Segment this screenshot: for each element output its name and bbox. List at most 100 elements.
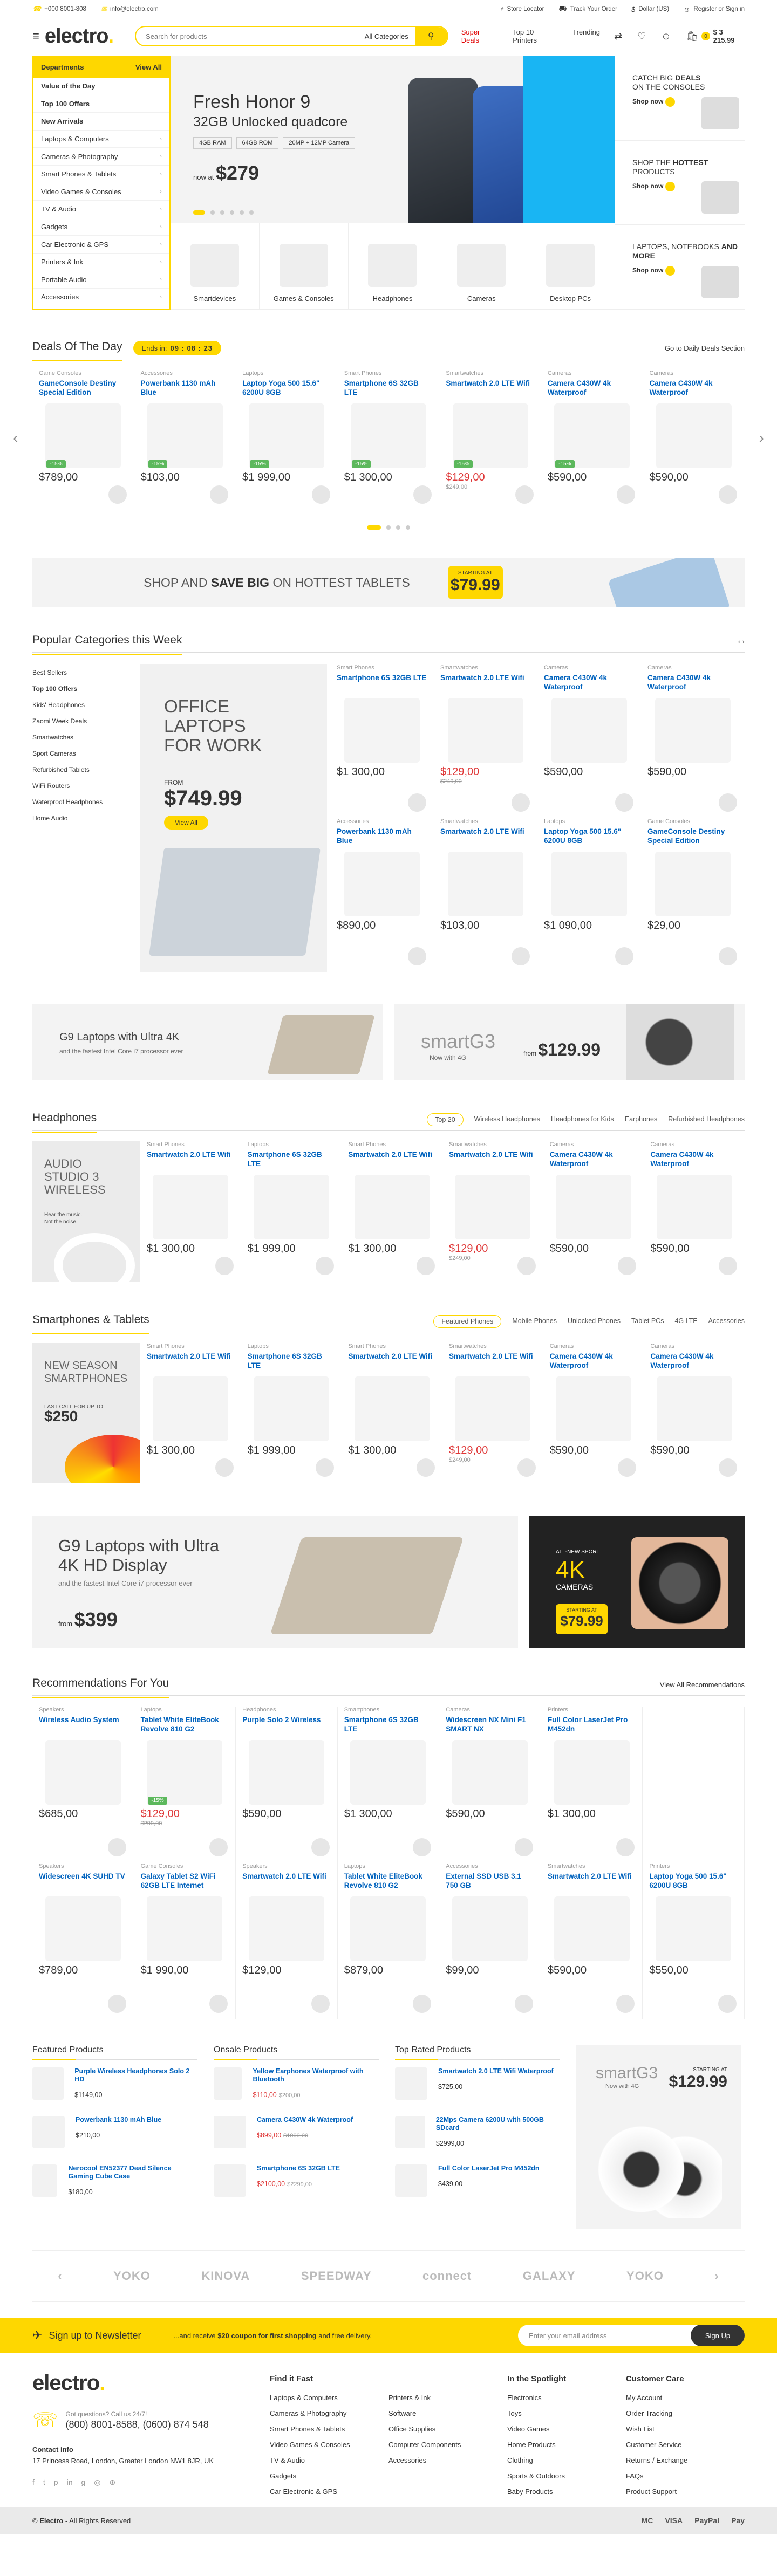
footer-link[interactable]: Office Supplies — [388, 2421, 507, 2437]
newsletter-signup-button[interactable]: Sign Up — [691, 2325, 745, 2346]
add-to-cart-button[interactable] — [417, 1458, 435, 1477]
tab-item[interactable]: Top 20 — [427, 1113, 464, 1126]
popular-category-link[interactable]: Top 100 Offers — [32, 681, 140, 697]
sport-cameras-banner[interactable]: ALL-NEW SPORT 4K CAMERAS STARTING AT $79.… — [529, 1516, 745, 1648]
side-banner[interactable]: LAPTOPS, NOTEBOOKS AND MORE Shop now — [615, 225, 745, 310]
add-to-cart-button[interactable] — [615, 793, 633, 812]
phone-link[interactable]: ☎ +000 8001-808 — [32, 5, 86, 13]
product-card[interactable]: Smart Phones Smartphone 6S 32GB LTE $1 300… — [330, 664, 434, 818]
twitter-icon[interactable]: t — [43, 2478, 45, 2487]
add-to-cart-button[interactable] — [616, 1838, 635, 1856]
department-item[interactable]: Gadgets › — [33, 218, 169, 236]
footer-link[interactable]: Laptops & Computers — [270, 2390, 388, 2406]
product-name[interactable]: Camera C430W 4k Waterproof — [550, 1150, 638, 1171]
departments-header[interactable]: Departments View All — [33, 56, 169, 78]
product-card[interactable]: Smartwatches Smartwatch 2.0 LTE Wifi -15% $… — [439, 370, 541, 510]
product-card[interactable]: Accessories External SSD USB 3.1 750 GB $9… — [439, 1863, 541, 2019]
add-to-cart-button[interactable] — [316, 1257, 335, 1275]
product-name[interactable]: Laptop Yoga 500 15.6" 6200U 8GB — [649, 1872, 738, 1893]
tablets-banner[interactable]: SHOP AND SAVE BIG ON HOTTEST TABLETS STA… — [32, 558, 745, 607]
add-to-cart-button[interactable] — [718, 1995, 737, 2013]
add-to-cart-button[interactable] — [108, 485, 127, 504]
product-card[interactable]: Laptops Tablet White EliteBook Revolve 81… — [134, 1707, 236, 1863]
add-to-cart-button[interactable] — [413, 1995, 432, 2013]
footer-link[interactable]: Software — [388, 2406, 507, 2421]
add-to-cart-button[interactable] — [618, 1458, 637, 1477]
product-list-item[interactable]: Smartwatch 2.0 LTE Wifi Waterproof $725,0… — [395, 2067, 560, 2105]
add-to-cart-button[interactable] — [617, 485, 636, 504]
product-card[interactable]: Smart Phones Smartwatch 2.0 LTE Wifi $1 30… — [342, 1141, 442, 1282]
product-card[interactable]: Cameras Camera C430W 4k Waterproof $590,00 — [641, 664, 745, 818]
product-name[interactable]: Powerbank 1130 mAh Blue — [76, 2116, 161, 2124]
product-card[interactable]: Smart Phones Smartwatch 2.0 LTE Wifi $1 30… — [140, 1141, 241, 1282]
product-name[interactable]: Widescreen 4K SUHD TV — [39, 1872, 127, 1893]
deals-next-arrow-icon[interactable]: › — [759, 429, 764, 447]
popular-category-link[interactable]: Smartwatches — [32, 729, 140, 745]
product-card[interactable]: Smartwatches Smartwatch 2.0 LTE Wifi $129,… — [442, 1343, 543, 1483]
product-name[interactable]: Camera C430W 4k Waterproof — [648, 673, 738, 695]
product-name[interactable]: Smartphone 6S 32GB LTE — [248, 1352, 336, 1373]
product-card[interactable]: Accessories Powerbank 1130 mAh Blue -15% $1… — [134, 370, 236, 510]
product-name[interactable]: Laptop Yoga 500 15.6" 6200U 8GB — [544, 827, 635, 848]
add-to-cart-button[interactable] — [616, 1995, 635, 2013]
smartg3-banner[interactable]: smartG3 Now with 4G from $129.99 — [394, 1004, 745, 1080]
footer-logo[interactable]: electro. — [32, 2371, 270, 2395]
tab-item[interactable]: Headphones for Kids — [551, 1113, 614, 1126]
add-to-cart-button[interactable] — [209, 1995, 228, 2013]
product-card[interactable] — [643, 1707, 745, 1863]
tab-item[interactable]: 4G LTE — [674, 1315, 697, 1328]
product-card[interactable]: Accessories Powerbank 1130 mAh Blue $890,0… — [330, 818, 434, 972]
product-card[interactable]: Headphones Purple Solo 2 Wireless $590,00 — [236, 1707, 338, 1863]
product-name[interactable]: Smartphone 6S 32GB LTE — [248, 1150, 336, 1171]
department-item[interactable]: Car Electronic & GPS › — [33, 236, 169, 254]
nav-super-deals[interactable]: Super Deals — [461, 28, 499, 44]
popular-category-link[interactable]: Refurbished Tablets — [32, 762, 140, 778]
department-item[interactable]: Laptops & Computers › — [33, 131, 169, 148]
product-name[interactable]: Smartphone 6S 32GB LTE — [257, 2164, 340, 2173]
add-to-cart-button[interactable] — [210, 485, 229, 504]
footer-link[interactable]: TV & Audio — [270, 2452, 388, 2468]
nav-trending[interactable]: Trending — [572, 28, 600, 44]
product-card[interactable]: Smartwatches Smartwatch 2.0 LTE Wifi $103,… — [434, 818, 537, 972]
footer-link[interactable]: Home Products — [507, 2437, 626, 2452]
product-card[interactable]: Speakers Widescreen 4K SUHD TV $789,00 — [32, 1863, 134, 2019]
product-name[interactable]: Galaxy Tablet S2 WiFi 62GB LTE Internet — [141, 1872, 229, 1893]
product-card[interactable]: Smartphones Smartphone 6S 32GB LTE $1 300,… — [338, 1707, 440, 1863]
product-name[interactable]: Widescreen NX Mini F1 SMART NX — [446, 1715, 534, 1737]
product-list-item[interactable]: Nerocool EN52377 Dead Silence Gaming Cub… — [32, 2164, 197, 2202]
tab-item[interactable]: Wireless Headphones — [474, 1113, 540, 1126]
department-item[interactable]: Portable Audio › — [33, 271, 169, 289]
add-to-cart-button[interactable] — [107, 1838, 126, 1856]
product-list-item[interactable]: Full Color LaserJet Pro M452dn $439,00 — [395, 2164, 560, 2202]
category-tile[interactable]: Cameras — [437, 223, 527, 309]
slider-dot[interactable] — [406, 525, 410, 530]
product-name[interactable]: Camera C430W 4k Waterproof — [650, 1352, 738, 1373]
logo[interactable]: electro. — [45, 25, 114, 48]
product-name[interactable]: Smartwatch 2.0 LTE Wifi Waterproof — [438, 2067, 554, 2075]
add-to-cart-button[interactable] — [719, 1257, 738, 1275]
product-name[interactable]: GameConsole Destiny Special Edition — [648, 827, 738, 848]
footer-link[interactable]: Accessories — [388, 2452, 507, 2468]
brand-logo[interactable]: SPEEDWAY — [301, 2269, 372, 2283]
product-card[interactable]: Cameras Camera C430W 4k Waterproof -15% $59… — [541, 370, 643, 510]
compare-icon[interactable]: ⇄ — [614, 31, 622, 42]
product-card[interactable]: Smartwatches Smartwatch 2.0 LTE Wifi $129,… — [434, 664, 537, 818]
tab-item[interactable]: Mobile Phones — [512, 1315, 557, 1328]
add-to-cart-button[interactable] — [209, 1838, 228, 1856]
product-name[interactable]: Smartwatch 2.0 LTE Wifi — [147, 1352, 235, 1373]
add-to-cart-button[interactable] — [719, 1458, 738, 1477]
search-category-select[interactable]: All Categories — [357, 32, 415, 40]
office-laptops-banner[interactable]: OFFICE LAPTOPS FOR WORK FROM $749.99 Vie… — [140, 664, 327, 972]
product-name[interactable]: Smartwatch 2.0 LTE Wifi — [242, 1872, 331, 1893]
department-item[interactable]: Smart Phones & Tablets › — [33, 166, 169, 183]
popular-nav-arrows-icon[interactable]: ‹ › — [738, 638, 745, 646]
recommendations-view-all-link[interactable]: View All Recommendations — [660, 1681, 745, 1689]
footer-link[interactable]: Video Games & Consoles — [270, 2437, 388, 2452]
product-card[interactable]: Cameras Camera C430W 4k Waterproof $590,00 — [543, 1343, 644, 1483]
popular-category-link[interactable]: Kids' Headphones — [32, 697, 140, 713]
carousel-prev-icon[interactable]: ‹ — [58, 2269, 62, 2283]
carousel-next-icon[interactable]: › — [714, 2269, 719, 2283]
tab-item[interactable]: Unlocked Phones — [568, 1315, 621, 1328]
product-name[interactable]: 22Mps Camera 6200U with 500GB SDcard — [436, 2116, 560, 2132]
popular-category-link[interactable]: Sport Cameras — [32, 745, 140, 762]
